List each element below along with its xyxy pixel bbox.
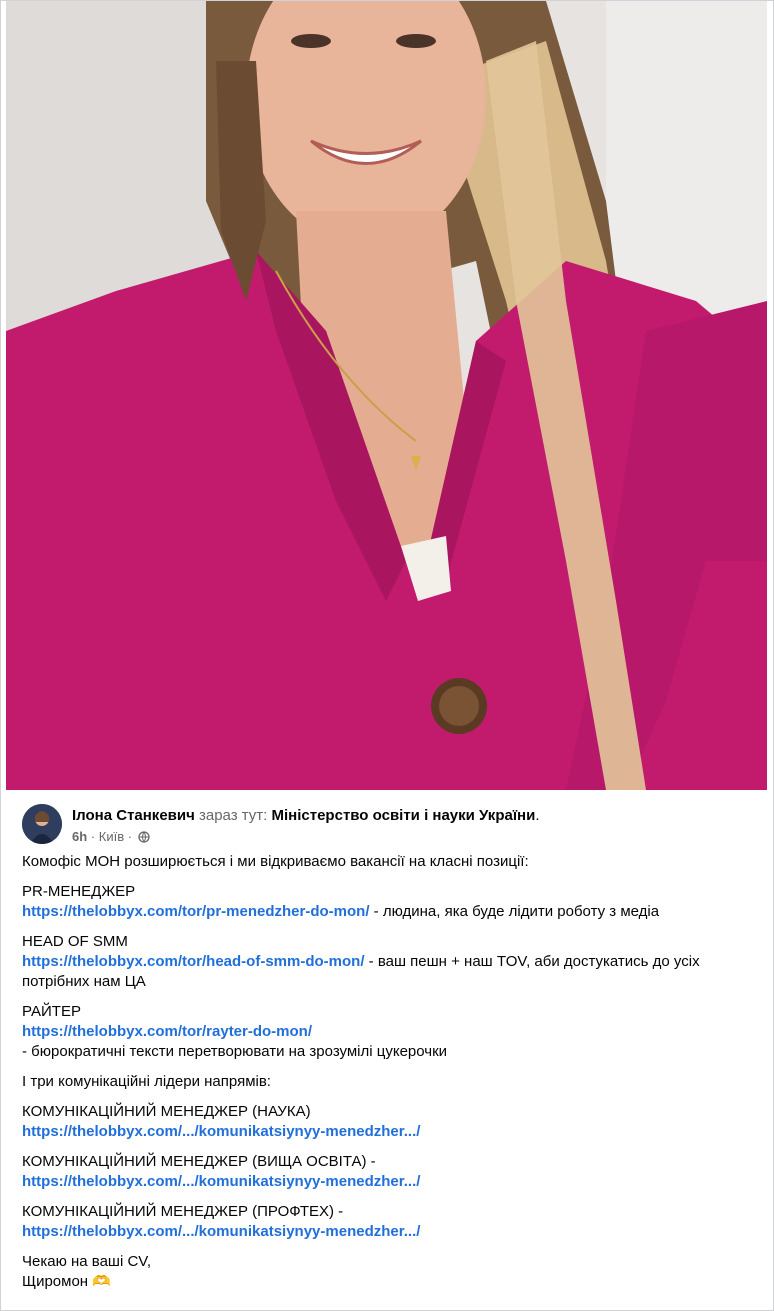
closing: Чекаю на ваші CV, Щиромон 🫶	[22, 1252, 757, 1292]
author-name[interactable]: Ілона Станкевич	[72, 807, 195, 824]
closing-line-2: Щиромон	[22, 1273, 89, 1290]
heart-hands-icon: 🫶	[92, 1273, 111, 1290]
job-item-smm: HEAD OF SMM https://thelobbyx.com/tor/he…	[22, 932, 757, 992]
leader-link[interactable]: https://thelobbyx.com/.../komunikatsiyny…	[22, 1123, 420, 1140]
post-photo[interactable]	[6, 1, 767, 790]
job-item-writer: РАЙТЕР https://thelobbyx.com/tor/rayter-…	[22, 1002, 757, 1062]
globe-icon[interactable]	[138, 830, 150, 847]
job-title: HEAD OF SMM	[22, 933, 128, 950]
closing-line-1: Чекаю на ваші CV,	[22, 1253, 152, 1270]
job-link[interactable]: https://thelobbyx.com/tor/head-of-smm-do…	[22, 953, 365, 970]
leader-title: КОМУНІКАЦІЙНИЙ МЕНЕДЖЕР (ПРОФТЕХ) -	[22, 1203, 344, 1220]
post-text: Комофіс МОН розширюється і ми відкриваєм…	[22, 852, 757, 1302]
post-meta: 6h · Київ ·	[72, 828, 150, 847]
job-link[interactable]: https://thelobbyx.com/tor/rayter-do-mon/	[22, 1023, 312, 1040]
post-header: Ілона Станкевич зараз тут: Міністерство …	[22, 804, 759, 846]
avatar-image	[22, 804, 62, 844]
leader-title: КОМУНІКАЦІЙНИЙ МЕНЕДЖЕР (ВИЩА ОСВІТА) -	[22, 1153, 376, 1170]
avatar[interactable]	[22, 804, 62, 844]
job-link[interactable]: https://thelobbyx.com/tor/pr-menedzher-d…	[22, 903, 370, 920]
post-time[interactable]: 6h	[72, 829, 87, 844]
job-title: PR-МЕНЕДЖЕР	[22, 883, 136, 900]
leader-item-science: КОМУНІКАЦІЙНИЙ МЕНЕДЖЕР (НАУКА) https://…	[22, 1102, 757, 1142]
job-description: - людина, яка буде лідити роботу з медіа	[369, 903, 660, 920]
location-suffix: .	[535, 807, 540, 824]
photo-illustration	[6, 1, 767, 790]
job-description: - бюрократичні тексти перетворювати на з…	[22, 1043, 448, 1060]
leader-title: КОМУНІКАЦІЙНИЙ МЕНЕДЖЕР (НАУКА)	[22, 1103, 311, 1120]
job-title: РАЙТЕР	[22, 1003, 81, 1020]
location-prefix: зараз тут:	[198, 807, 268, 824]
leader-link[interactable]: https://thelobbyx.com/.../komunikatsiyny…	[22, 1223, 420, 1240]
post-city: Київ	[98, 829, 125, 844]
author-line: Ілона Станкевич зараз тут: Міністерство …	[72, 806, 540, 826]
leaders-intro: І три комунікаційні лідери напрямів:	[22, 1073, 271, 1090]
post-card: Ілона Станкевич зараз тут: Міністерство …	[0, 0, 774, 1311]
leader-item-higher-ed: КОМУНІКАЦІЙНИЙ МЕНЕДЖЕР (ВИЩА ОСВІТА) - …	[22, 1152, 757, 1192]
location-link[interactable]: Міністерство освіти і науки України	[272, 807, 536, 824]
meta-separator: ·	[90, 829, 96, 844]
leader-link[interactable]: https://thelobbyx.com/.../komunikatsiyny…	[22, 1173, 420, 1190]
job-item-pr: PR-МЕНЕДЖЕР https://thelobbyx.com/tor/pr…	[22, 882, 757, 922]
post-body: Ілона Станкевич зараз тут: Міністерство …	[6, 790, 767, 1310]
post-intro: Комофіс МОН розширюється і ми відкриваєм…	[22, 853, 529, 870]
meta-separator-2: ·	[127, 829, 133, 844]
leader-item-vocational: КОМУНІКАЦІЙНИЙ МЕНЕДЖЕР (ПРОФТЕХ) - http…	[22, 1202, 757, 1242]
